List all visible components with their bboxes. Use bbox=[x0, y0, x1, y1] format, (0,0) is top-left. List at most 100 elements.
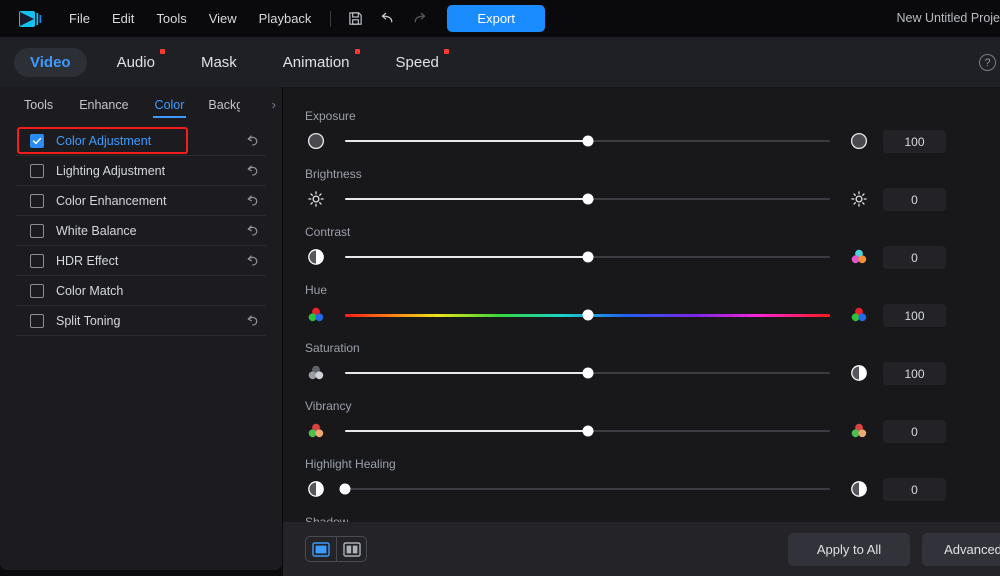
vibrancy-circles-icon bbox=[848, 420, 870, 442]
reset-icon[interactable] bbox=[245, 253, 260, 268]
slider-track-highlight-healing[interactable] bbox=[339, 483, 830, 495]
exposure-circle-icon bbox=[848, 130, 870, 152]
panel-action-buttons: Apply to All Advanced bbox=[776, 532, 1000, 566]
contrast-half-circle-icon bbox=[848, 362, 870, 384]
effect-label: Split Toning bbox=[56, 313, 121, 328]
tab-video[interactable]: Video bbox=[14, 47, 87, 77]
undo-icon[interactable] bbox=[374, 8, 400, 30]
tab-badge-dot bbox=[443, 48, 449, 54]
subtab-color[interactable]: Color bbox=[152, 88, 187, 122]
effect-row-white-balance[interactable]: White Balance bbox=[16, 216, 266, 246]
effect-checkbox[interactable] bbox=[30, 313, 44, 328]
menu-playback[interactable]: Playback bbox=[248, 8, 323, 29]
export-button[interactable]: Export bbox=[447, 5, 545, 32]
effect-row-hdr-effect[interactable]: HDR Effect bbox=[16, 246, 266, 276]
next-slider-label-clipped: Shadow bbox=[305, 515, 349, 522]
effect-checkbox[interactable] bbox=[30, 193, 44, 208]
menu-view[interactable]: View bbox=[198, 8, 248, 29]
brightness-sun-icon bbox=[848, 188, 870, 210]
tab-audio[interactable]: Audio bbox=[101, 48, 171, 77]
slider-label: Highlight Healing bbox=[305, 457, 396, 471]
reset-icon[interactable] bbox=[245, 133, 260, 148]
slider-fill bbox=[345, 140, 588, 142]
effect-row-lighting-adjustment[interactable]: Lighting Adjustment bbox=[16, 156, 266, 186]
subtab-enhance[interactable]: Enhance bbox=[77, 88, 130, 122]
save-icon[interactable] bbox=[342, 8, 368, 30]
slider-track-saturation[interactable] bbox=[345, 367, 830, 379]
menu-edit[interactable]: Edit bbox=[101, 8, 145, 29]
effect-checkbox[interactable] bbox=[30, 283, 44, 298]
effect-checkbox[interactable] bbox=[30, 133, 44, 148]
slider-thumb-exposure[interactable] bbox=[582, 135, 593, 147]
slider-label: Hue bbox=[305, 283, 328, 297]
slider-value-input-brightness[interactable] bbox=[883, 188, 946, 211]
slider-track-exposure[interactable] bbox=[345, 135, 830, 147]
slider-label: Exposure bbox=[305, 109, 356, 123]
slider-value-input-contrast[interactable] bbox=[883, 246, 946, 269]
menu-divider bbox=[330, 10, 332, 27]
effect-label: HDR Effect bbox=[56, 253, 119, 268]
effect-checkbox[interactable] bbox=[30, 223, 44, 238]
brightness-sun-icon bbox=[305, 188, 327, 210]
slider-label: Brightness bbox=[305, 167, 362, 181]
slider-track-brightness[interactable] bbox=[345, 193, 830, 205]
tab-badge-dot bbox=[354, 48, 360, 54]
highlight-half-circle-icon bbox=[848, 478, 870, 500]
slider-value-input-highlight-healing[interactable] bbox=[883, 478, 946, 501]
tab-label: Video bbox=[30, 53, 71, 71]
slider-value-input-saturation[interactable] bbox=[883, 362, 946, 385]
effect-checkbox[interactable] bbox=[30, 163, 44, 178]
tab-animation[interactable]: Animation bbox=[267, 48, 366, 77]
slider-value-input-vibrancy[interactable] bbox=[883, 420, 946, 443]
hue-rgb-circles-icon bbox=[305, 304, 327, 326]
chevron-right-icon[interactable]: › bbox=[272, 97, 276, 112]
slider-thumb-hue[interactable] bbox=[582, 309, 593, 321]
effect-label: Color Adjustment bbox=[56, 133, 152, 148]
single-view-icon[interactable] bbox=[306, 537, 336, 561]
slider-row-highlight-healing: Highlight Healing bbox=[283, 457, 1000, 515]
tab-speed[interactable]: Speed bbox=[380, 48, 455, 77]
saturation-gray-circles-icon bbox=[305, 362, 327, 384]
slider-row-saturation: Saturation bbox=[283, 341, 1000, 399]
effect-row-color-enhancement[interactable]: Color Enhancement bbox=[16, 186, 266, 216]
help-icon[interactable]: ? bbox=[979, 54, 996, 71]
split-view-icon[interactable] bbox=[336, 537, 366, 561]
effect-label: White Balance bbox=[56, 223, 137, 238]
apply-to-all-button[interactable]: Apply to All bbox=[788, 532, 910, 566]
slider-value-input-exposure[interactable] bbox=[883, 130, 946, 153]
effect-row-split-toning[interactable]: Split Toning bbox=[16, 306, 266, 336]
subtab-background[interactable]: Backg bbox=[206, 88, 240, 122]
slider-fill bbox=[345, 372, 588, 374]
menu-tools[interactable]: Tools bbox=[145, 8, 197, 29]
slider-track-hue[interactable] bbox=[345, 309, 830, 321]
redo-icon[interactable] bbox=[406, 8, 432, 30]
slider-label: Contrast bbox=[305, 225, 351, 239]
slider-thumb-saturation[interactable] bbox=[582, 367, 593, 379]
app-logo-icon bbox=[18, 8, 44, 30]
vibrancy-circles-icon bbox=[305, 420, 327, 442]
slider-value-input-hue[interactable] bbox=[883, 304, 946, 327]
tab-mask[interactable]: Mask bbox=[185, 48, 253, 77]
subtab-tools[interactable]: Tools bbox=[22, 88, 55, 122]
slider-track-vibrancy[interactable] bbox=[345, 425, 830, 437]
slider-track-contrast[interactable] bbox=[345, 251, 830, 263]
slider-thumb-contrast[interactable] bbox=[582, 251, 593, 263]
effects-sidebar: Color Adjustment Lighting Adjustment Color… bbox=[0, 122, 282, 570]
slider-label: Vibrancy bbox=[305, 399, 352, 413]
menu-file[interactable]: File bbox=[58, 8, 101, 29]
reset-icon[interactable] bbox=[245, 313, 260, 328]
effect-row-color-match[interactable]: Color Match bbox=[16, 276, 266, 306]
slider-thumb-brightness[interactable] bbox=[582, 193, 593, 205]
advanced-button[interactable]: Advanced bbox=[922, 532, 1000, 566]
slider-thumb-highlight-healing[interactable] bbox=[339, 483, 351, 495]
slider-thumb-vibrancy[interactable] bbox=[582, 425, 593, 437]
color-wheel-pastel-icon bbox=[848, 246, 870, 268]
effect-checkbox[interactable] bbox=[30, 253, 44, 268]
reset-icon[interactable] bbox=[245, 193, 260, 208]
effect-row-color-adjustment[interactable]: Color Adjustment bbox=[16, 126, 266, 156]
highlight-half-circle-icon bbox=[305, 478, 327, 500]
reset-icon[interactable] bbox=[245, 163, 260, 178]
reset-icon[interactable] bbox=[245, 223, 260, 238]
tab-label: Speed bbox=[395, 53, 439, 71]
view-mode-toggle bbox=[305, 536, 367, 562]
